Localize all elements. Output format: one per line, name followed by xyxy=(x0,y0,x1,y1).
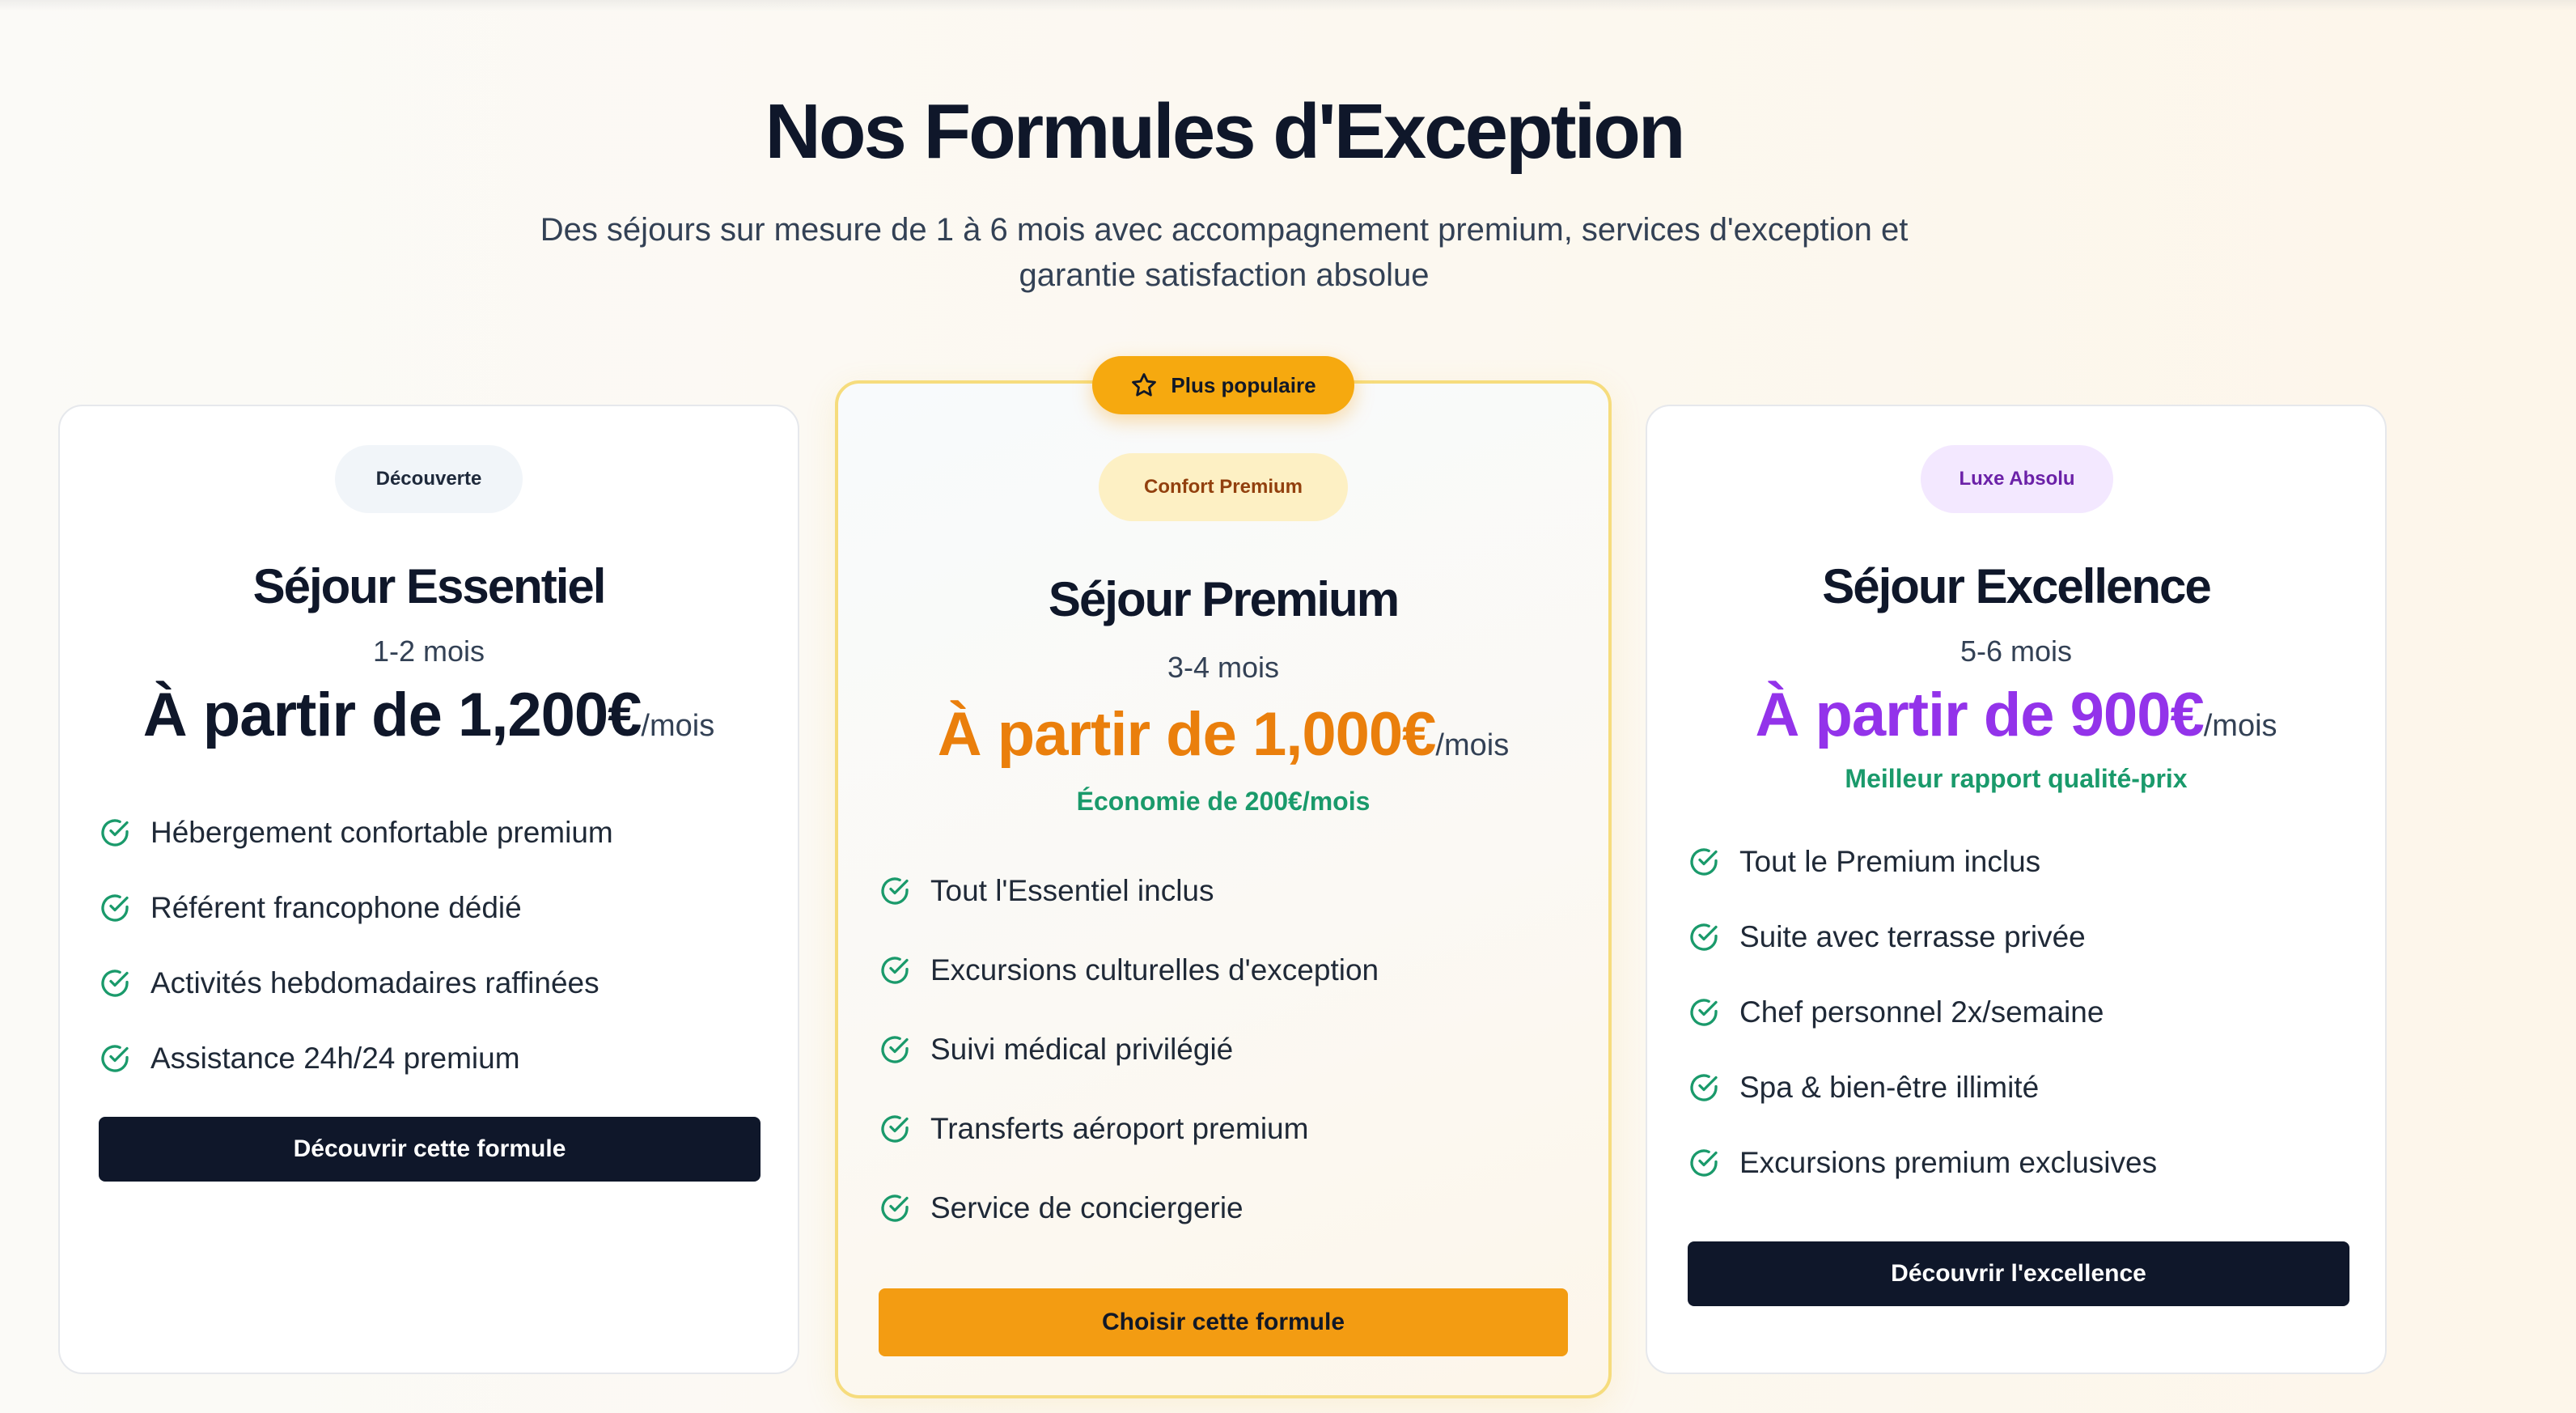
page-title: Nos Formules d'Exception xyxy=(765,88,1685,175)
check-circle-icon xyxy=(879,875,911,907)
plan-name: Séjour Essentiel xyxy=(252,559,607,613)
feature-label: Chef personnel 2x/semaine xyxy=(1739,995,2104,1029)
check-circle-icon xyxy=(879,1192,911,1224)
subtitle-line-2: garantie satisfaction absolue xyxy=(1019,257,1430,293)
plan-price: À partir de 900€/mois xyxy=(1646,680,2387,750)
feature-label: Excursions premium exclusives xyxy=(1739,1146,2158,1179)
choose-formula-button[interactable]: Choisir cette formule xyxy=(879,1288,1568,1356)
price-period: /mois xyxy=(641,709,715,743)
feature-list: Tout le Premium inclus Suite avec terras… xyxy=(1688,824,2157,1201)
price-amount: À partir de 900€ xyxy=(1755,681,2204,749)
check-circle-icon xyxy=(1688,1147,1720,1179)
feature-item: Suivi médical privilégié xyxy=(879,1010,1379,1089)
feature-label: Activités hebdomadaires raffinées xyxy=(150,966,600,999)
plan-name: Séjour Premium xyxy=(1048,572,1400,626)
feature-label: Assistance 24h/24 premium xyxy=(150,1042,520,1075)
feature-item: Tout le Premium inclus xyxy=(1688,824,2157,900)
plan-tag-decouverte: Découverte xyxy=(335,445,523,513)
price-period: /mois xyxy=(1435,728,1510,762)
savings-note: Économie de 200€/mois xyxy=(1076,787,1371,816)
discover-excellence-button[interactable]: Découvrir l'excellence xyxy=(1688,1241,2349,1306)
plan-duration: 1-2 mois xyxy=(372,634,485,668)
check-circle-icon xyxy=(99,967,131,999)
feature-label: Référent francophone dédié xyxy=(150,891,522,924)
feature-label: Spa & bien-être illimité xyxy=(1739,1071,2040,1104)
plan-duration: 3-4 mois xyxy=(1167,651,1280,684)
feature-item: Excursions premium exclusives xyxy=(1688,1125,2157,1201)
check-circle-icon xyxy=(99,892,131,924)
feature-label: Tout le Premium inclus xyxy=(1739,845,2041,878)
feature-label: Service de conciergerie xyxy=(930,1191,1244,1224)
feature-item: Hébergement confortable premium xyxy=(99,795,613,871)
check-circle-icon xyxy=(1688,921,1720,953)
feature-item: Référent francophone dédié xyxy=(99,871,613,945)
check-circle-icon xyxy=(99,817,131,849)
feature-label: Transferts aéroport premium xyxy=(930,1112,1309,1145)
feature-item: Service de conciergerie xyxy=(879,1169,1379,1248)
subtitle-line-1: Des séjours sur mesure de 1 à 6 mois ave… xyxy=(540,212,1909,248)
star-icon xyxy=(1132,373,1157,397)
feature-item: Chef personnel 2x/semaine xyxy=(1688,974,2157,1050)
feature-item: Tout l'Essentiel inclus xyxy=(879,851,1379,931)
feature-item: Spa & bien-être illimité xyxy=(1688,1050,2157,1125)
feature-item: Transferts aéroport premium xyxy=(879,1089,1379,1169)
feature-list: Tout l'Essentiel inclus Excursions cultu… xyxy=(879,851,1379,1248)
check-circle-icon xyxy=(99,1042,131,1075)
feature-label: Hébergement confortable premium xyxy=(150,816,613,849)
top-divider xyxy=(0,0,2576,11)
plan-duration: 5-6 mois xyxy=(1960,634,2073,668)
plan-tag-confort-premium: Confort Premium xyxy=(1099,453,1348,521)
feature-list: Hébergement confortable premium Référent… xyxy=(99,795,613,1096)
price-amount: À partir de 1,000€ xyxy=(937,700,1437,769)
feature-item: Assistance 24h/24 premium xyxy=(99,1021,613,1096)
check-circle-icon xyxy=(879,1033,911,1066)
discover-formula-button[interactable]: Découvrir cette formule xyxy=(99,1117,761,1182)
feature-item: Activités hebdomadaires raffinées xyxy=(99,945,613,1021)
check-circle-icon xyxy=(1688,1071,1720,1104)
value-note: Meilleur rapport qualité-prix xyxy=(1845,764,2188,793)
check-circle-icon xyxy=(879,1113,911,1145)
check-circle-icon xyxy=(1688,996,1720,1029)
popular-badge: Plus populaire xyxy=(1092,356,1354,414)
feature-label: Excursions culturelles d'exception xyxy=(930,953,1379,987)
page-subtitle: Des séjours sur mesure de 1 à 6 mois ave… xyxy=(485,207,1963,298)
plan-tag-luxe-absolu: Luxe Absolu xyxy=(1921,445,2113,513)
feature-item: Excursions culturelles d'exception xyxy=(879,931,1379,1010)
price-period: /mois xyxy=(2203,709,2277,743)
plan-price: À partir de 1,000€/mois xyxy=(835,699,1612,770)
plan-name: Séjour Excellence xyxy=(1822,559,2212,613)
feature-label: Tout l'Essentiel inclus xyxy=(930,874,1214,907)
plan-price: À partir de 1,200€/mois xyxy=(58,680,799,750)
feature-item: Suite avec terrasse privée xyxy=(1688,900,2157,974)
price-amount: À partir de 1,200€ xyxy=(142,681,642,749)
feature-label: Suite avec terrasse privée xyxy=(1739,920,2086,953)
check-circle-icon xyxy=(879,954,911,987)
feature-label: Suivi médical privilégié xyxy=(930,1033,1234,1066)
popular-badge-label: Plus populaire xyxy=(1171,372,1316,397)
check-circle-icon xyxy=(1688,846,1720,878)
